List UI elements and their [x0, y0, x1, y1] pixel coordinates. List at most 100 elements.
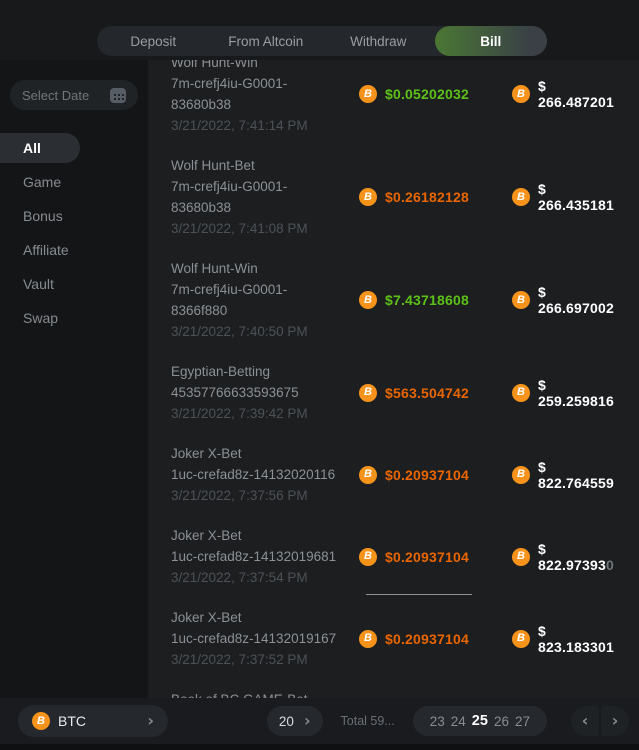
- top-bar: DepositFrom AltcoinWithdrawBill: [0, 0, 639, 60]
- total-label: Total 59...: [341, 714, 395, 728]
- bitcoin-icon: B: [512, 630, 530, 648]
- page-number-25[interactable]: 25: [472, 713, 488, 729]
- next-page-button[interactable]: ›: [601, 706, 629, 736]
- transaction-amount: $0.20937104: [385, 467, 469, 483]
- prev-page-button[interactable]: ‹: [571, 706, 599, 736]
- bitcoin-icon: B: [512, 188, 530, 206]
- transaction-info: Joker X-Bet1uc-crefad8z-141320191673/21/…: [171, 607, 359, 670]
- chevron-right-icon: ›: [147, 713, 154, 729]
- transaction-date: 3/21/2022, 7:37:56 PM: [171, 485, 359, 506]
- transaction-balance: $ 266.697002: [538, 284, 625, 316]
- transaction-name: Book of BC GAME-Bet: [171, 689, 359, 698]
- tab-withdraw[interactable]: Withdraw: [322, 26, 435, 56]
- sidebar-item-vault[interactable]: Vault: [0, 269, 148, 299]
- footer-bar: B BTC › 20 › Total 59... 23 24 25 26 27 ‹ ›: [0, 698, 639, 744]
- main-area: Select Date All Game Bonus Affiliate Vault Sw…: [0, 60, 639, 698]
- transaction-panel: Wolf Hunt-Win 7m-crefj4iu-G0001- 83680b38…: [148, 60, 639, 698]
- transaction-id: 1uc-crefad8z-14132019167: [171, 628, 359, 649]
- page-size-value: 20: [279, 714, 294, 729]
- page-number-23[interactable]: 23: [430, 714, 445, 729]
- tab-deposit[interactable]: Deposit: [97, 26, 210, 56]
- tab-bill[interactable]: Bill: [435, 26, 548, 56]
- page-number-24[interactable]: 24: [451, 714, 466, 729]
- transaction-balance-cell: B $ 822.764559: [512, 459, 625, 491]
- chevron-right-icon: ›: [304, 713, 311, 729]
- list-divider: [366, 594, 472, 595]
- transaction-name: Wolf Hunt-Bet: [171, 155, 359, 176]
- transaction-row: Joker X-Bet1uc-crefad8z-141320196813/21/…: [171, 525, 625, 588]
- page-size-selector[interactable]: 20 ›: [267, 706, 323, 736]
- sidebar-item-affiliate[interactable]: Affiliate: [0, 235, 148, 265]
- filter-list: All Game Bonus Affiliate Vault Swap: [0, 133, 148, 333]
- sidebar-item-all[interactable]: All: [0, 133, 80, 163]
- transaction-id: 1uc-crefad8z-14132019681: [171, 546, 359, 567]
- transaction-row: Joker X-Bet1uc-crefad8z-141320191673/21/…: [171, 607, 625, 670]
- bitcoin-icon: B: [359, 466, 377, 484]
- bitcoin-icon: B: [512, 291, 530, 309]
- transaction-date: 3/21/2022, 7:41:14 PM: [171, 115, 359, 136]
- sidebar-item-swap[interactable]: Swap: [0, 303, 148, 333]
- page-number-26[interactable]: 26: [494, 714, 509, 729]
- transaction-balance: $ 266.487201: [538, 78, 625, 110]
- transaction-list: Wolf Hunt-Win 7m-crefj4iu-G0001- 83680b38…: [171, 60, 625, 698]
- chevron-right-icon: ›: [612, 713, 619, 729]
- bitcoin-icon: B: [512, 548, 530, 566]
- transaction-amount-cell: B $0.20937104: [359, 466, 512, 484]
- bitcoin-icon: B: [512, 85, 530, 103]
- transaction-balance: $ 822.764559: [538, 459, 625, 491]
- select-date-label: Select Date: [22, 88, 89, 103]
- page-number-27[interactable]: 27: [515, 714, 530, 729]
- bitcoin-icon: B: [359, 384, 377, 402]
- transaction-amount: $0.20937104: [385, 631, 469, 647]
- bitcoin-icon: B: [512, 466, 530, 484]
- transaction-date: 3/21/2022, 7:39:42 PM: [171, 403, 359, 424]
- transaction-amount-cell: B $0.05202032: [359, 85, 512, 103]
- transaction-info: Joker X-Bet1uc-crefad8z-141320196813/21/…: [171, 525, 359, 588]
- sidebar-item-game[interactable]: Game: [0, 167, 148, 197]
- transaction-amount-cell: B$0.20937104: [359, 548, 512, 566]
- bitcoin-icon: B: [359, 630, 377, 648]
- currency-label: BTC: [58, 713, 86, 729]
- transaction-balance: $ 823.183301: [538, 623, 625, 655]
- bitcoin-icon: B: [359, 85, 377, 103]
- sidebar: Select Date All Game Bonus Affiliate Vault Sw…: [0, 60, 148, 698]
- transaction-id: 1uc-crefad8z-14132020116: [171, 464, 359, 485]
- transaction-amount: $0.05202032: [385, 86, 469, 102]
- transaction-row: Egyptian-Betting453577666335936753/21/20…: [171, 361, 625, 424]
- bitcoin-icon: B: [512, 384, 530, 402]
- transaction-id: 7m-crefj4iu-G0001- 8366f880: [171, 279, 359, 321]
- transaction-info: Egyptian-Betting453577666335936753/21/20…: [171, 361, 359, 424]
- transaction-amount: $563.504742: [385, 385, 469, 401]
- currency-selector[interactable]: B BTC ›: [18, 705, 168, 737]
- transaction-balance-cell: B $ 266.697002: [512, 284, 625, 316]
- transaction-date: 3/21/2022, 7:37:54 PM: [171, 567, 359, 588]
- transaction-row: Wolf Hunt-Win7m-crefj4iu-G0001- 8366f880…: [171, 258, 625, 342]
- transaction-name: Wolf Hunt-Win: [171, 258, 359, 279]
- sidebar-item-bonus[interactable]: Bonus: [0, 201, 148, 231]
- transaction-info: Joker X-Bet1uc-crefad8z-141320201163/21/…: [171, 443, 359, 506]
- bitcoin-icon: B: [359, 548, 377, 566]
- transaction-id: 7m-crefj4iu-G0001- 83680b38: [171, 73, 359, 115]
- bitcoin-icon: B: [359, 188, 377, 206]
- transaction-id: 7m-crefj4iu-G0001- 83680b38: [171, 176, 359, 218]
- transaction-balance-cell: B $ 266.435181: [512, 181, 625, 213]
- transaction-balance-dim: 0: [606, 557, 614, 573]
- transaction-name: Joker X-Bet: [171, 607, 359, 628]
- transaction-row: Wolf Hunt-Bet7m-crefj4iu-G0001- 83680b38…: [171, 155, 625, 239]
- transaction-date: 3/21/2022, 7:41:08 PM: [171, 218, 359, 239]
- select-date-button[interactable]: Select Date: [10, 80, 138, 110]
- transaction-amount-cell: B$0.26182128: [359, 188, 512, 206]
- transaction-balance-cell: B $ 822.973930: [512, 541, 625, 573]
- transaction-amount-cell: B $563.504742: [359, 384, 512, 402]
- tab-from-altcoin[interactable]: From Altcoin: [210, 26, 323, 56]
- transaction-row: Joker X-Bet1uc-crefad8z-141320201163/21/…: [171, 443, 625, 506]
- pagination: 23 24 25 26 27: [413, 706, 547, 736]
- footer-right-group: 20 › Total 59... 23 24 25 26 27 ‹ ›: [267, 706, 629, 736]
- transaction-balance: $ 266.435181: [538, 181, 625, 213]
- transaction-date: 3/21/2022, 7:37:52 PM: [171, 649, 359, 670]
- pager-buttons: ‹ ›: [571, 706, 629, 736]
- transaction-balance-cell: B $ 823.183301: [512, 623, 625, 655]
- transaction-info: Book of BC GAME-Bet: [171, 689, 359, 698]
- transaction-balance: $ 822.973930: [538, 541, 625, 573]
- transaction-info: Wolf Hunt-Bet7m-crefj4iu-G0001- 83680b38…: [171, 155, 359, 239]
